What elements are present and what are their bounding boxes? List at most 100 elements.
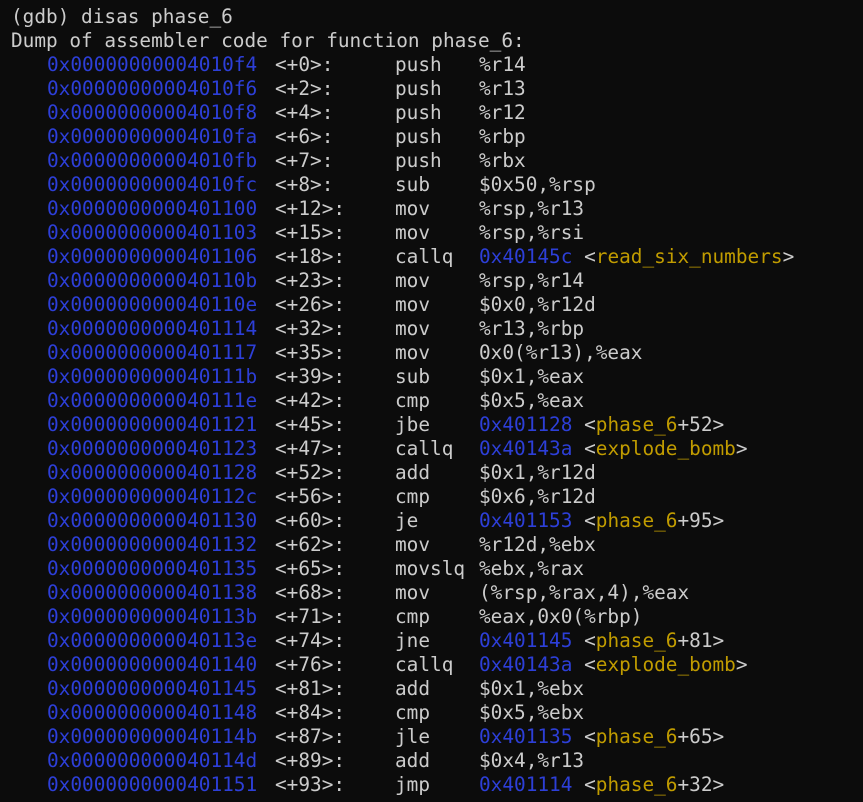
instruction-address: 0x000000000040113b: [47, 605, 258, 628]
instruction-operands: $0x50,%rsp: [479, 173, 596, 196]
symbol-offset: +95: [677, 509, 713, 532]
symbol-name: phase_6: [595, 413, 678, 436]
jump-target-address: 0x401145: [479, 629, 573, 652]
instruction-address: 0x0000000000401128: [47, 461, 258, 484]
symbol-name: explode_bomb: [595, 437, 736, 460]
instruction-operands: $0x0,%r12d: [479, 293, 596, 316]
instruction-mnemonic: callq: [395, 653, 454, 676]
instruction-operands: %rbp: [479, 125, 526, 148]
instruction-address: 0x00000000004010f4: [47, 53, 258, 76]
instruction-offset: <+81>:: [275, 677, 346, 700]
jump-target-address: 0x401135: [479, 725, 573, 748]
instruction-operands: %rsp,%r13: [479, 197, 585, 220]
instruction-offset: <+12>:: [275, 197, 346, 220]
instruction-mnemonic: cmp: [395, 485, 431, 508]
instruction-address: 0x0000000000401135: [47, 557, 258, 580]
instruction-offset: <+76>:: [275, 653, 346, 676]
instruction-operands: $0x1,%ebx: [479, 677, 585, 700]
instruction-offset: <+87>:: [275, 725, 346, 748]
instruction-operands: 0x401153 <phase_6+95>: [479, 509, 725, 532]
instruction-operands: %eax,0x0(%rbp): [479, 605, 643, 628]
instruction-offset: <+47>:: [275, 437, 346, 460]
instruction-operands: %r14: [479, 53, 526, 76]
instruction-mnemonic: mov: [395, 533, 431, 556]
instruction-address: 0x000000000040110b: [47, 269, 258, 292]
instruction-mnemonic: mov: [395, 221, 431, 244]
instruction-operands: %r12: [479, 101, 526, 124]
instruction-operands: 0x401135 <phase_6+65>: [479, 725, 725, 748]
symbol-name: phase_6: [595, 509, 678, 532]
instruction-address: 0x000000000040111e: [47, 389, 258, 412]
instruction-operands: 0x401128 <phase_6+52>: [479, 413, 725, 436]
instruction-offset: <+32>:: [275, 317, 346, 340]
instruction-offset: <+74>:: [275, 629, 346, 652]
instruction-offset: <+8>:: [275, 173, 334, 196]
instruction-address: 0x0000000000401132: [47, 533, 258, 556]
symbol-name: explode_bomb: [595, 653, 736, 676]
instruction-offset: <+26>:: [275, 293, 346, 316]
instruction-operands: $0x5,%ebx: [479, 701, 585, 724]
instruction-address: 0x000000000040113e: [47, 629, 258, 652]
symbol-offset: +81: [677, 629, 713, 652]
instruction-address: 0x000000000040114d: [47, 749, 258, 772]
instruction-mnemonic: mov: [395, 317, 431, 340]
instruction-mnemonic: cmp: [395, 701, 431, 724]
terminal-window[interactable]: (gdb) disas phase_6 Dump of assembler co…: [0, 0, 863, 802]
instruction-offset: <+6>:: [275, 125, 334, 148]
instruction-mnemonic: mov: [395, 197, 431, 220]
instruction-address: 0x00000000004010fb: [47, 149, 258, 172]
instruction-mnemonic: add: [395, 461, 431, 484]
instruction-address: 0x0000000000401140: [47, 653, 258, 676]
instruction-offset: <+4>:: [275, 101, 334, 124]
instruction-address: 0x0000000000401148: [47, 701, 258, 724]
instruction-address: 0x0000000000401138: [47, 581, 258, 604]
instruction-mnemonic: push: [395, 149, 442, 172]
gdb-command-line: (gdb) disas phase_6: [11, 5, 233, 28]
instruction-operands: $0x4,%r13: [479, 749, 585, 772]
symbol-name: phase_6: [595, 629, 678, 652]
instruction-mnemonic: sub: [395, 173, 431, 196]
instruction-address: 0x0000000000401100: [47, 197, 258, 220]
instruction-mnemonic: callq: [395, 437, 454, 460]
instruction-operands: %rsp,%rsi: [479, 221, 585, 244]
instruction-operands: %r12d,%ebx: [479, 533, 596, 556]
instruction-mnemonic: movslq: [395, 557, 466, 580]
instruction-operands: (%rsp,%rax,4),%eax: [479, 581, 690, 604]
instruction-operands: $0x6,%r12d: [479, 485, 596, 508]
instruction-address: 0x0000000000401117: [47, 341, 258, 364]
jump-target-address: 0x401128: [479, 413, 573, 436]
instruction-operands: $0x5,%eax: [479, 389, 585, 412]
instruction-offset: <+68>:: [275, 581, 346, 604]
jump-target-address: 0x401114: [479, 773, 573, 796]
instruction-mnemonic: jbe: [395, 413, 431, 436]
instruction-operands: 0x40145c <read_six_numbers>: [479, 245, 795, 268]
instruction-mnemonic: cmp: [395, 389, 431, 412]
instruction-operands: $0x1,%r12d: [479, 461, 596, 484]
instruction-address: 0x0000000000401151: [47, 773, 258, 796]
instruction-mnemonic: je: [395, 509, 419, 532]
jump-target-address: 0x40145c: [479, 245, 573, 268]
instruction-offset: <+71>:: [275, 605, 346, 628]
instruction-offset: <+62>:: [275, 533, 346, 556]
instruction-offset: <+56>:: [275, 485, 346, 508]
instruction-offset: <+52>:: [275, 461, 346, 484]
jump-target-address: 0x401153: [479, 509, 573, 532]
symbol-offset: +65: [677, 725, 713, 748]
instruction-address: 0x00000000004010fa: [47, 125, 258, 148]
instruction-offset: <+18>:: [275, 245, 346, 268]
instruction-operands: %rbx: [479, 149, 526, 172]
instruction-address: 0x0000000000401123: [47, 437, 258, 460]
instruction-offset: <+39>:: [275, 365, 346, 388]
instruction-offset: <+65>:: [275, 557, 346, 580]
instruction-address: 0x000000000040112c: [47, 485, 258, 508]
instruction-mnemonic: mov: [395, 581, 431, 604]
instruction-mnemonic: mov: [395, 269, 431, 292]
instruction-mnemonic: cmp: [395, 605, 431, 628]
instruction-mnemonic: sub: [395, 365, 431, 388]
instruction-operands: %r13,%rbp: [479, 317, 585, 340]
instruction-operands: 0x40143a <explode_bomb>: [479, 437, 748, 460]
instruction-address: 0x0000000000401114: [47, 317, 258, 340]
instruction-address: 0x0000000000401103: [47, 221, 258, 244]
instruction-offset: <+35>:: [275, 341, 346, 364]
symbol-offset: +32: [677, 773, 713, 796]
